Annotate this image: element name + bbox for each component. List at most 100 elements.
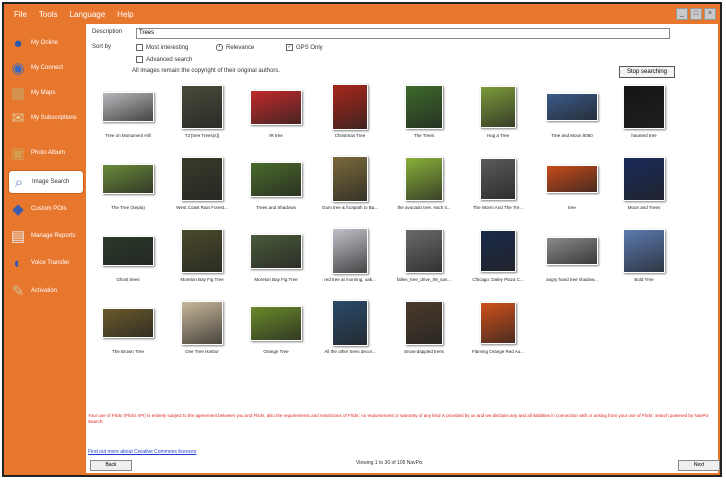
sidebar-item-my-connect[interactable]: ◉ My Connect — [8, 57, 82, 79]
sidebar-item-custom-pois[interactable]: ◆ Custom POIs — [8, 198, 82, 220]
image-thumbnail[interactable] — [480, 302, 516, 344]
image-thumbnail[interactable] — [545, 164, 599, 194]
image-result[interactable]: Chicago: Daley Plaza C... — [462, 228, 534, 282]
sidebar-item-image-search[interactable]: ⌕ Image Search — [8, 170, 84, 194]
image-result[interactable]: All the other trees decor... — [314, 300, 386, 354]
image-caption: The Brown Tree — [111, 349, 144, 354]
sidebar-item-label: Custom POIs — [31, 205, 67, 212]
image-thumbnail[interactable] — [181, 157, 223, 201]
menu-file[interactable]: File — [14, 10, 27, 19]
image-thumbnail[interactable] — [404, 157, 444, 201]
image-result[interactable]: Gum tree & footpath to Ba... — [314, 156, 386, 210]
image-thumbnail[interactable] — [480, 230, 516, 272]
stop-searching-button[interactable]: Stop searching — [619, 66, 675, 78]
image-result[interactable]: Tree on Monument Hill — [92, 84, 164, 138]
image-result[interactable]: Moon and Trees — [608, 156, 680, 210]
image-thumbnail[interactable] — [101, 235, 155, 267]
image-thumbnail[interactable] — [249, 161, 303, 197]
image-thumbnail[interactable] — [101, 163, 155, 195]
image-result[interactable]: haunted tree — [608, 84, 680, 138]
image-thumbnail[interactable] — [101, 307, 155, 339]
image-caption: Orange Tree — [263, 349, 289, 354]
sidebar-item-my-online[interactable]: ● My Online — [8, 32, 82, 54]
radio-icon[interactable] — [136, 44, 143, 51]
image-thumbnail[interactable] — [181, 301, 223, 345]
image-result[interactable]: Trees and Shadows — [240, 156, 312, 210]
radio-selected-icon[interactable]: • — [216, 44, 223, 51]
image-thumbnail[interactable] — [332, 300, 368, 346]
image-result[interactable]: Ghost trees — [92, 228, 164, 282]
image-result[interactable]: The Worm And The Tre... — [462, 156, 534, 210]
image-thumbnail[interactable] — [545, 236, 599, 266]
image-thumbnail[interactable] — [101, 91, 155, 123]
image-thumbnail[interactable] — [480, 158, 516, 200]
thumbnail-frame — [462, 84, 534, 130]
image-thumbnail[interactable] — [249, 233, 303, 269]
image-result[interactable]: angry hand tree shadow... — [536, 228, 608, 282]
poi-icon: ◆ — [12, 201, 24, 218]
image-result[interactable]: Moreton Bay Fig Tree — [240, 228, 312, 282]
image-thumbnail[interactable] — [181, 85, 223, 129]
image-thumbnail[interactable] — [404, 301, 444, 345]
menu-language[interactable]: Language — [70, 10, 106, 19]
maximize-icon[interactable]: □ — [690, 8, 702, 20]
menu-tools[interactable]: Tools — [39, 10, 58, 19]
image-thumbnail[interactable] — [404, 229, 444, 273]
image-result[interactable]: Christmas Tree — [314, 84, 386, 138]
image-result[interactable]: Snow-dappled trees — [388, 300, 460, 354]
image-result[interactable]: West Coast Rain Forest... — [166, 156, 238, 210]
image-thumbnail[interactable] — [249, 305, 303, 341]
image-result[interactable]: The Trees — [388, 84, 460, 138]
image-thumbnail[interactable] — [249, 89, 303, 125]
image-thumbnail[interactable] — [623, 85, 665, 129]
gps-only-checkbox[interactable]: ✓ GPS Only — [286, 44, 323, 51]
sidebar-item-voice-transfer[interactable]: ◐ Voice Transfer — [8, 252, 82, 274]
sidebar-item-manage-reports[interactable]: ▤ Manage Reports — [8, 225, 82, 247]
next-button[interactable]: Next — [678, 460, 720, 471]
close-icon[interactable]: × — [704, 8, 716, 20]
image-thumbnail[interactable] — [332, 228, 368, 274]
image-result[interactable]: red tree at morning, oak... — [314, 228, 386, 282]
minimize-icon[interactable]: _ — [676, 8, 688, 20]
image-result[interactable]: Bold Tree — [608, 228, 680, 282]
image-caption: IR tree — [269, 133, 283, 138]
image-result[interactable]: The Brown Tree — [92, 300, 164, 354]
thumbnail-frame — [388, 84, 460, 130]
image-result[interactable]: fallen_tree_drive_09_san... — [388, 228, 460, 282]
back-button[interactable]: Back — [90, 460, 132, 471]
image-result[interactable]: Moreton Bay Fig Tree — [166, 228, 238, 282]
sidebar-item-activation[interactable]: ✎ Activation — [8, 280, 82, 302]
sort-relevance[interactable]: • Relevance — [216, 44, 254, 51]
sort-most-interesting[interactable]: Most interesting — [136, 44, 188, 51]
checkbox-checked-icon[interactable]: ✓ — [286, 44, 293, 51]
sidebar-item-my-maps[interactable]: ▦ My Maps — [8, 82, 82, 104]
menu-help[interactable]: Help — [117, 10, 133, 19]
thumbnail-frame — [92, 228, 164, 274]
image-result[interactable]: T3 [tree Trees(s)] — [166, 84, 238, 138]
voice-icon: ◐ — [13, 254, 23, 272]
image-thumbnail[interactable] — [623, 157, 665, 201]
image-thumbnail[interactable] — [545, 92, 599, 122]
image-thumbnail[interactable] — [181, 229, 223, 273]
checkbox-icon[interactable] — [136, 56, 143, 63]
image-result[interactable]: Tree and Moon 8060 — [536, 84, 608, 138]
sidebar-item-my-subscriptions[interactable]: ✉ My Subscriptions — [8, 107, 82, 129]
advanced-search-checkbox[interactable]: Advanced search — [136, 56, 192, 63]
image-result[interactable]: Orange Tree — [240, 300, 312, 354]
image-thumbnail[interactable] — [332, 84, 368, 130]
image-thumbnail[interactable] — [480, 86, 516, 128]
sidebar-item-photo-album[interactable]: ▣ Photo Album — [8, 142, 82, 164]
image-caption: angry hand tree shadow... — [546, 277, 598, 282]
description-input[interactable]: Trees — [136, 28, 670, 39]
image-result[interactable]: The Tree (Sepia) — [92, 156, 164, 210]
image-result[interactable]: the avocado tree. each ti... — [388, 156, 460, 210]
image-result[interactable]: Hug a Tree — [462, 84, 534, 138]
image-thumbnail[interactable] — [332, 156, 368, 202]
image-thumbnail[interactable] — [404, 85, 444, 129]
image-result[interactable]: Flaming Orange Red Au... — [462, 300, 534, 354]
image-thumbnail[interactable] — [623, 229, 665, 273]
image-result[interactable]: One Tree Harbor — [166, 300, 238, 354]
image-result[interactable]: tree — [536, 156, 608, 210]
creative-commons-link[interactable]: Find out more about Creative Commons lic… — [88, 449, 196, 455]
image-result[interactable]: IR tree — [240, 84, 312, 138]
